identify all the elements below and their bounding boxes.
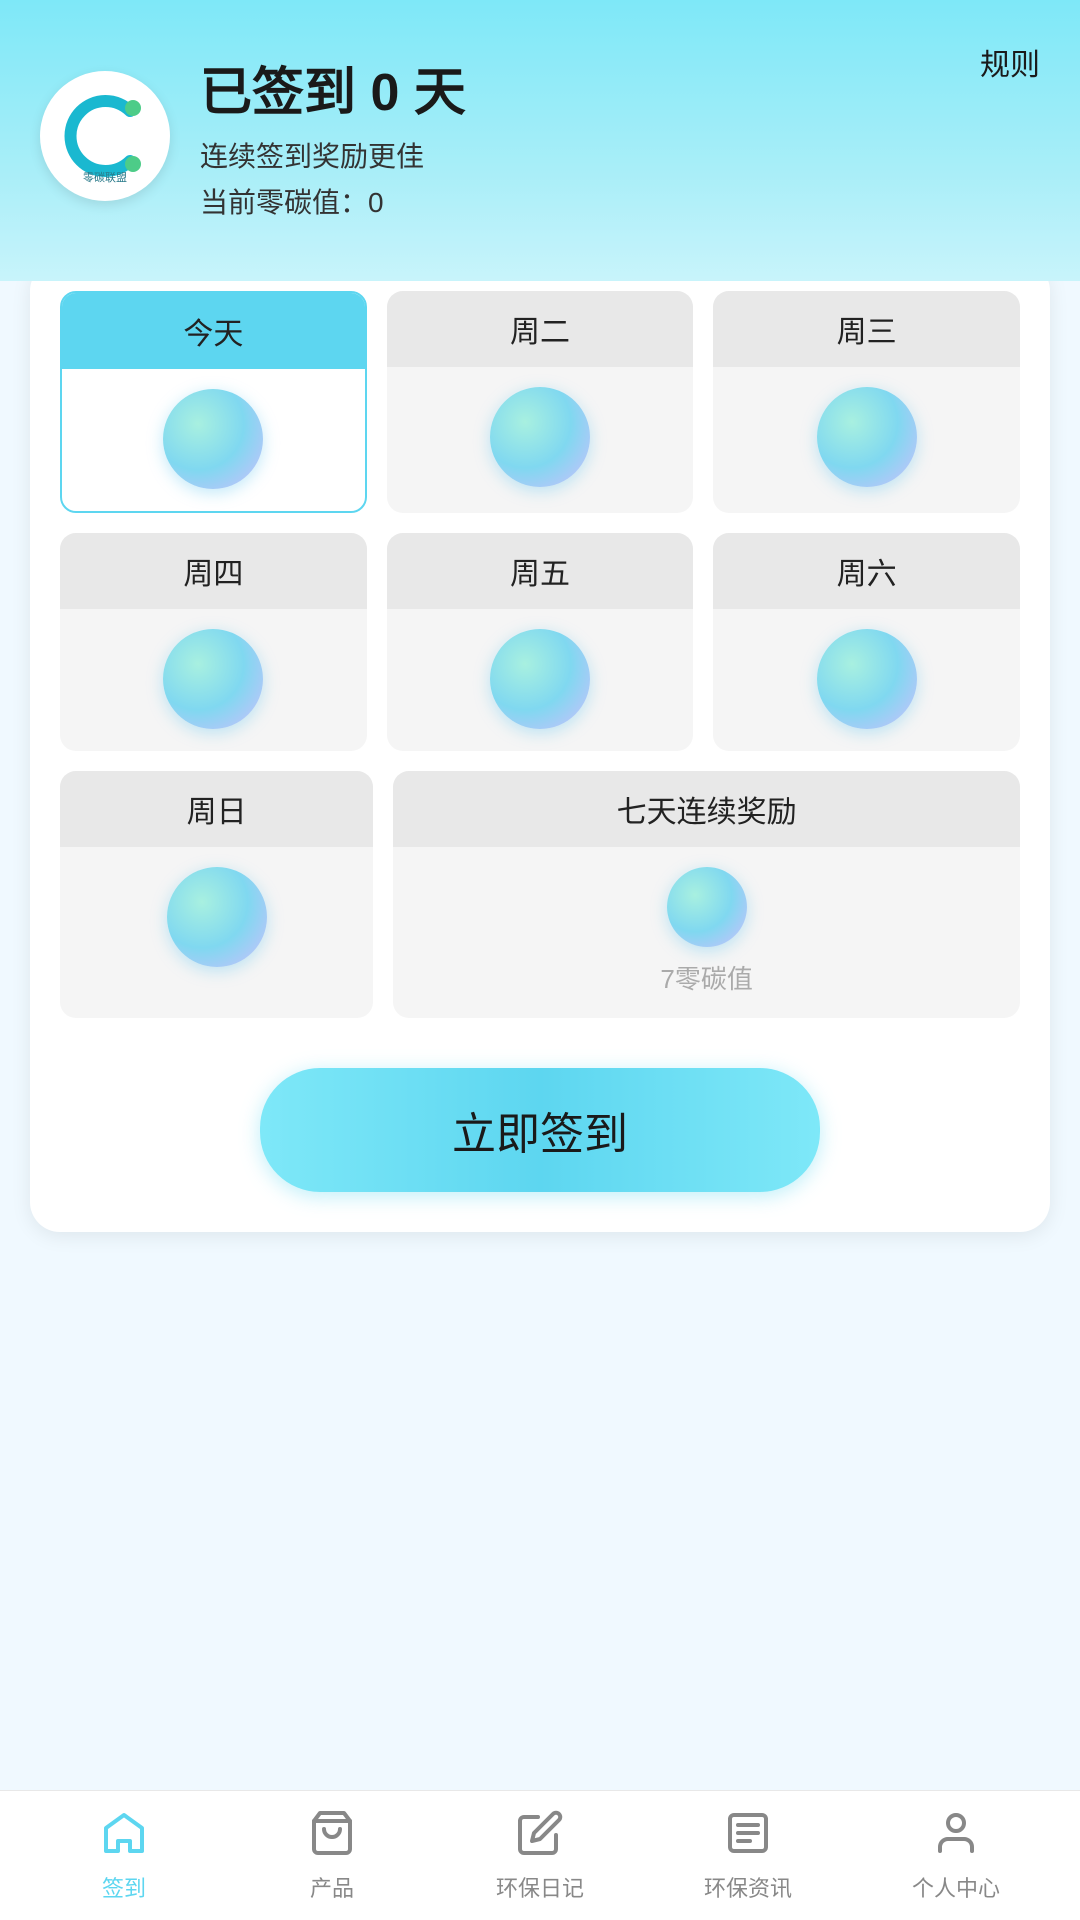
day-orb-fri: [387, 609, 694, 751]
nav-label-product: 产品: [310, 1871, 354, 1903]
orb-fri: [490, 629, 590, 729]
day-label-fri: 周五: [387, 533, 694, 609]
header: 零碳联盟 已签到 0 天 连续签到奖励更佳 当前零碳值：0 规则: [0, 0, 1080, 281]
day-card-today[interactable]: 今天: [60, 291, 367, 513]
day-card-thu[interactable]: 周四: [60, 533, 367, 751]
day-label-today: 今天: [62, 293, 365, 369]
day-card-bonus[interactable]: 七天连续奖励 7零碳值: [393, 771, 1020, 1018]
day-orb-bonus: 7零碳值: [393, 847, 1020, 1018]
calendar-bot-row: 周日 七天连续奖励 7零碳值: [60, 771, 1020, 1018]
reward-text: 7零碳值: [660, 959, 752, 996]
logo-inner: 零碳联盟: [55, 86, 155, 186]
orb-sun: [167, 867, 267, 967]
news-icon: [724, 1809, 772, 1865]
nav-item-profile[interactable]: 个人中心: [852, 1809, 1060, 1903]
day-label-sat: 周六: [713, 533, 1020, 609]
day-label-wed: 周三: [713, 291, 1020, 367]
header-carbon: 当前零碳值：0: [200, 181, 1040, 221]
nav-label-news: 环保资讯: [704, 1871, 792, 1903]
svg-text:零碳联盟: 零碳联盟: [83, 170, 127, 184]
day-label-sun: 周日: [60, 771, 373, 847]
day-card-sun[interactable]: 周日: [60, 771, 373, 1018]
orb-sat: [817, 629, 917, 729]
nav-item-checkin[interactable]: 签到: [20, 1809, 228, 1903]
header-subtitle: 连续签到奖励更佳: [200, 135, 1040, 175]
day-orb-tue: [387, 367, 694, 509]
logo: 零碳联盟: [40, 71, 170, 201]
signed-days-title: 已签到 0 天: [200, 50, 1040, 125]
day-label-thu: 周四: [60, 533, 367, 609]
orb-thu: [163, 629, 263, 729]
day-card-sat[interactable]: 周六: [713, 533, 1020, 751]
checkin-btn-container: 立即签到: [60, 1068, 1020, 1192]
day-orb-sun: [60, 847, 373, 989]
nav-item-news[interactable]: 环保资讯: [644, 1809, 852, 1903]
bag-icon: [308, 1809, 356, 1865]
checkin-button[interactable]: 立即签到: [260, 1068, 820, 1192]
orb-bonus: [667, 867, 747, 947]
rules-button[interactable]: 规则: [980, 40, 1040, 84]
nav-item-product[interactable]: 产品: [228, 1809, 436, 1903]
pencil-icon: [516, 1809, 564, 1865]
calendar-top-row: 今天 周二 周三: [60, 291, 1020, 513]
nav-item-diary[interactable]: 环保日记: [436, 1809, 644, 1903]
content-area: 今天 周二 周三 周四: [0, 281, 1080, 1920]
orb-today: [163, 389, 263, 489]
nav-label-profile: 个人中心: [912, 1871, 1000, 1903]
person-icon: [932, 1809, 980, 1865]
home-icon: [100, 1809, 148, 1865]
day-label-bonus: 七天连续奖励: [393, 771, 1020, 847]
day-orb-sat: [713, 609, 1020, 751]
header-info: 已签到 0 天 连续签到奖励更佳 当前零碳值：0: [200, 50, 1040, 221]
orb-tue: [490, 387, 590, 487]
nav-label-checkin: 签到: [102, 1871, 146, 1903]
day-card-wed[interactable]: 周三: [713, 291, 1020, 513]
calendar-mid-row: 周四 周五 周六: [60, 533, 1020, 751]
bottom-nav: 签到 产品 环保日记 环保资: [0, 1790, 1080, 1920]
day-card-fri[interactable]: 周五: [387, 533, 694, 751]
logo-svg: 零碳联盟: [55, 86, 155, 186]
day-orb-wed: [713, 367, 1020, 509]
day-orb-thu: [60, 609, 367, 751]
day-card-tue[interactable]: 周二: [387, 291, 694, 513]
day-orb-today: [62, 369, 365, 511]
nav-label-diary: 环保日记: [496, 1871, 584, 1903]
orb-wed: [817, 387, 917, 487]
main-card: 今天 周二 周三 周四: [30, 281, 1050, 1232]
day-label-tue: 周二: [387, 291, 694, 367]
